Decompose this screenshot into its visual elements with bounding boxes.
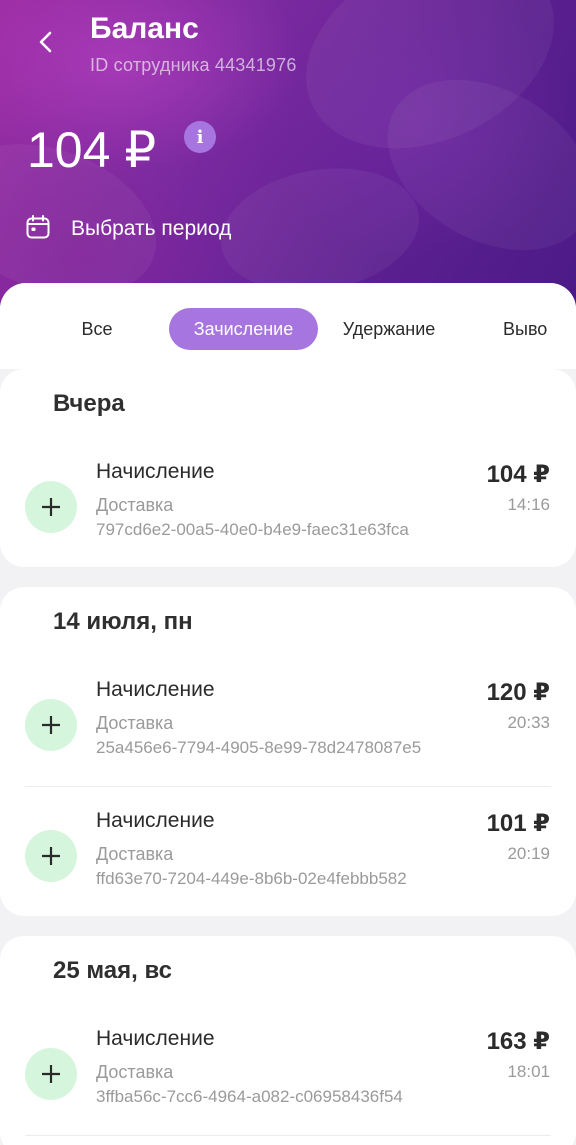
transaction-time: 14:16 (507, 495, 550, 514)
tab-all[interactable]: Все (74, 308, 120, 350)
tab-withdrawal[interactable]: Выво (503, 308, 573, 350)
group-date: Вчера (53, 390, 125, 417)
balance-header: Баланс ID сотрудника 44341976 104 ₽ i Вы… (0, 0, 576, 330)
transaction-id: ffd63e70-7204-449e-8b6b-02e4febbb582 (96, 869, 407, 888)
content-sheet: Все Зачисление Удержание Выво Вчера Начи… (0, 283, 576, 1145)
info-button[interactable]: i (184, 121, 216, 153)
info-icon: i (196, 126, 204, 148)
divider (25, 786, 551, 787)
group-date: 25 мая, вс (53, 957, 172, 984)
transaction-id: 3ffba56c-7cc6-4964-a082-c06958436f54 (96, 1087, 403, 1106)
transaction-name: Начисление (96, 678, 215, 701)
plus-icon (25, 1048, 77, 1100)
page-title: Баланс (90, 12, 199, 45)
transaction-group: Вчера Начисление Доставка 797cd6e2-00a5-… (0, 369, 576, 567)
transaction-name: Начисление (96, 460, 215, 483)
transaction-category: Доставка (96, 713, 174, 733)
transaction-category: Доставка (96, 495, 174, 515)
transaction-amount: 120 ₽ (486, 679, 550, 706)
transaction-id: 797cd6e2-00a5-40e0-b4e9-faec31e63fca (96, 520, 409, 539)
transaction-name: Начисление (96, 809, 215, 832)
select-period-label: Выбрать период (71, 217, 232, 240)
transaction-group: 14 июля, пн Начисление Доставка 25a456e6… (0, 587, 576, 916)
divider (25, 1135, 551, 1136)
transaction-id: 25a456e6-7794-4905-8e99-78d2478087e5 (96, 738, 422, 757)
transaction-item[interactable]: Начисление Доставка 797cd6e2-00a5-40e0-b… (0, 455, 576, 565)
calendar-icon (25, 214, 51, 245)
transaction-item[interactable]: Начисление Доставка 3ffba56c-7cc6-4964-a… (0, 1022, 576, 1132)
select-period-button[interactable]: Выбрать период (25, 211, 231, 247)
transaction-name: Начисление (96, 1027, 215, 1050)
employee-id: ID сотрудника 44341976 (90, 55, 297, 75)
transaction-time: 18:01 (507, 1062, 550, 1081)
transaction-group: 25 мая, вс Начисление Доставка 3ffba56c-… (0, 936, 576, 1145)
chevron-left-icon (36, 30, 56, 59)
transaction-item[interactable]: Начисление Доставка 25a456e6-7794-4905-8… (0, 673, 576, 783)
plus-icon (25, 699, 77, 751)
transaction-amount: 101 ₽ (486, 810, 550, 837)
group-date: 14 июля, пн (53, 608, 193, 635)
balance-amount: 104 ₽ (27, 122, 157, 178)
transaction-item[interactable]: Начисление Доставка ffd63e70-7204-449e-8… (0, 804, 576, 914)
transaction-amount: 104 ₽ (486, 461, 550, 488)
tab-credit[interactable]: Зачисление (169, 308, 318, 350)
filter-tabs: Все Зачисление Удержание Выво (0, 283, 576, 369)
transaction-amount: 163 ₽ (486, 1028, 550, 1055)
transaction-category: Доставка (96, 1062, 174, 1082)
plus-icon (25, 481, 77, 533)
transaction-time: 20:33 (507, 713, 550, 732)
transaction-time: 20:19 (507, 844, 550, 863)
transaction-category: Доставка (96, 844, 174, 864)
tab-deduction[interactable]: Удержание (335, 308, 443, 350)
back-button[interactable] (28, 26, 64, 62)
plus-icon (25, 830, 77, 882)
